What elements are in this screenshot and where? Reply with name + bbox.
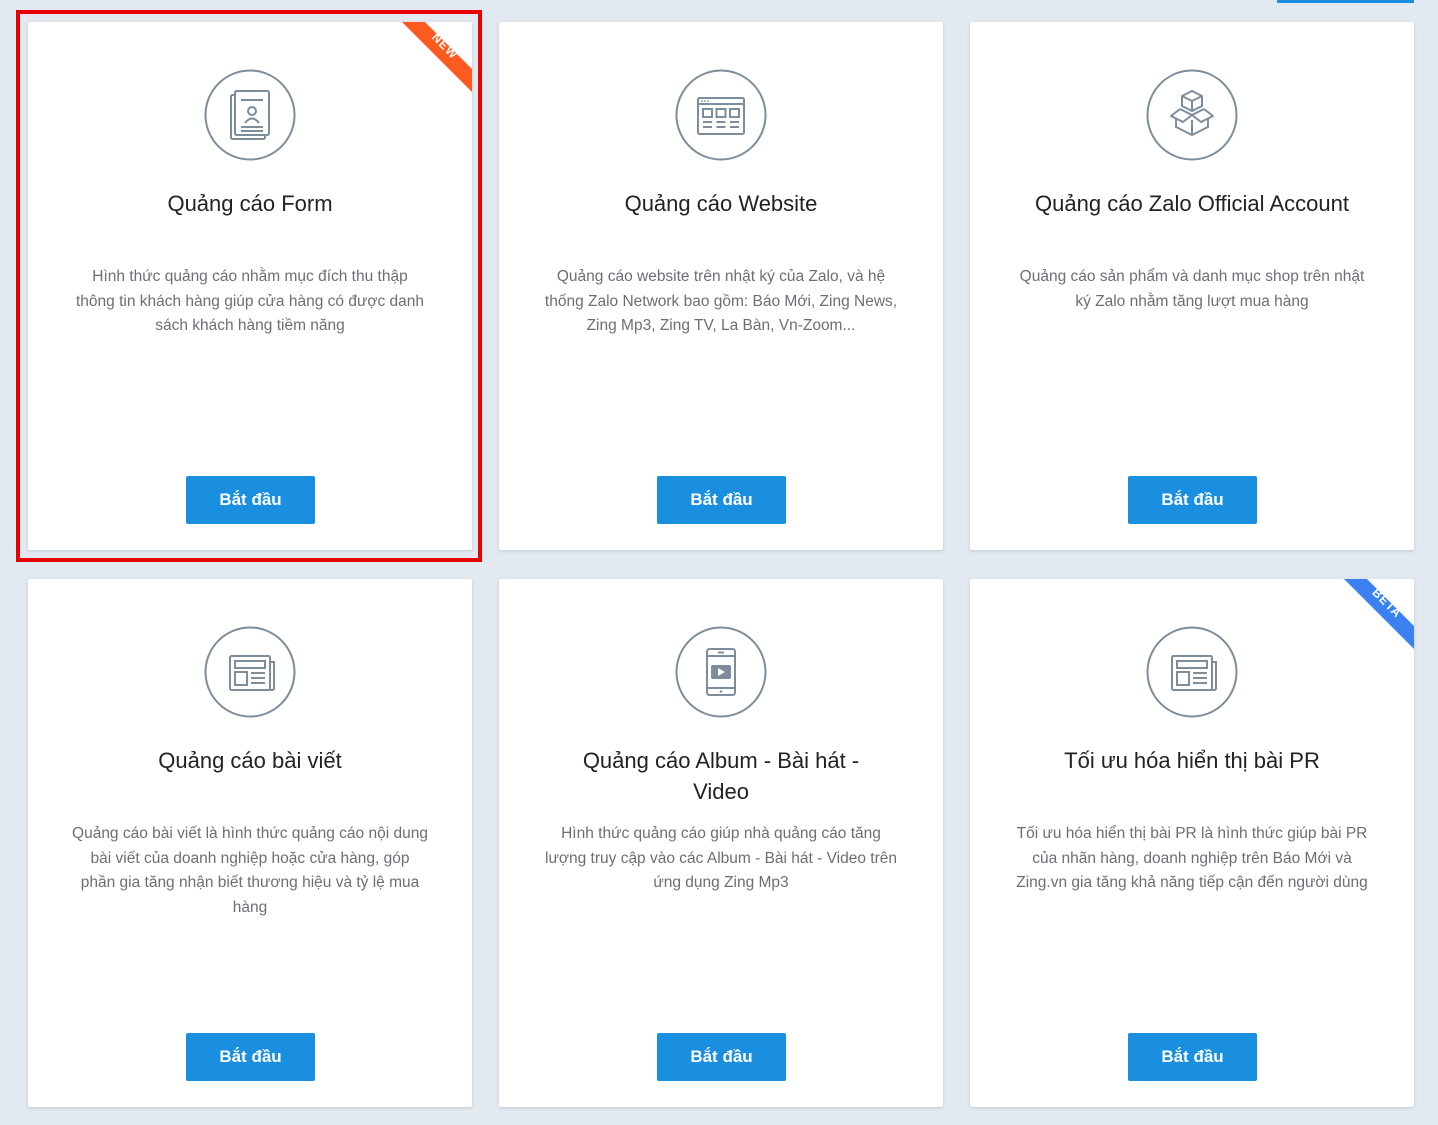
card-description: Quảng cáo website trên nhật ký của Zalo,…: [544, 268, 898, 334]
card-description: Tối ưu hóa hiển thị bài PR là hình thức …: [1016, 825, 1368, 891]
ad-type-card-album-video[interactable]: Quảng cáo Album - Bài hát - Video Hình t…: [499, 579, 943, 1107]
card-title: Tối ưu hóa hiển thị bài PR: [1064, 748, 1320, 773]
start-button[interactable]: Bắt đầu: [186, 1033, 315, 1081]
lead-form-icon: [204, 69, 296, 161]
card-title: Quảng cáo bài viết: [158, 748, 342, 773]
website-icon: [675, 69, 767, 161]
card-title: Quảng cáo Album - Bài hát - Video: [582, 748, 860, 804]
ad-type-card-website[interactable]: Quảng cáo Website Quảng cáo website trên…: [499, 22, 943, 550]
card-description: Quảng cáo sản phẩm và danh mục shop trên…: [1019, 268, 1365, 310]
card-description: Hình thức quảng cáo giúp nhà quảng cáo t…: [545, 825, 897, 891]
card-title: Quảng cáo Form: [167, 191, 333, 216]
ad-type-card-article[interactable]: Quảng cáo bài viết Quảng cáo bài viết là…: [28, 579, 472, 1107]
start-button[interactable]: Bắt đầu: [186, 476, 315, 524]
card-title: Quảng cáo Zalo Official Account: [1035, 191, 1349, 216]
pr-article-icon: [1146, 626, 1238, 718]
start-button[interactable]: Bắt đầu: [1128, 476, 1257, 524]
new-badge: NEW: [402, 22, 472, 92]
card-description: Hình thức quảng cáo nhằm mục đích thu th…: [75, 268, 425, 334]
video-phone-icon: [675, 626, 767, 718]
ad-type-card-official-account[interactable]: Quảng cáo Zalo Official Account Quảng cá…: [970, 22, 1414, 550]
ad-type-card-pr-article[interactable]: BETA Tối ưu hóa hiển thị bài PR Tối ưu h…: [970, 579, 1414, 1107]
ad-type-card-form[interactable]: NEW Quảng cáo Form Hình thức quảng cáo n…: [28, 22, 472, 550]
article-icon: [204, 626, 296, 718]
beta-badge: BETA: [1344, 579, 1414, 649]
start-button[interactable]: Bắt đầu: [657, 476, 786, 524]
top-accent-strip: [1277, 0, 1414, 3]
card-title: Quảng cáo Website: [624, 191, 818, 216]
card-description: Quảng cáo bài viết là hình thức quảng cá…: [72, 825, 428, 916]
start-button[interactable]: Bắt đầu: [1128, 1033, 1257, 1081]
product-box-icon: [1146, 69, 1238, 161]
start-button[interactable]: Bắt đầu: [657, 1033, 786, 1081]
